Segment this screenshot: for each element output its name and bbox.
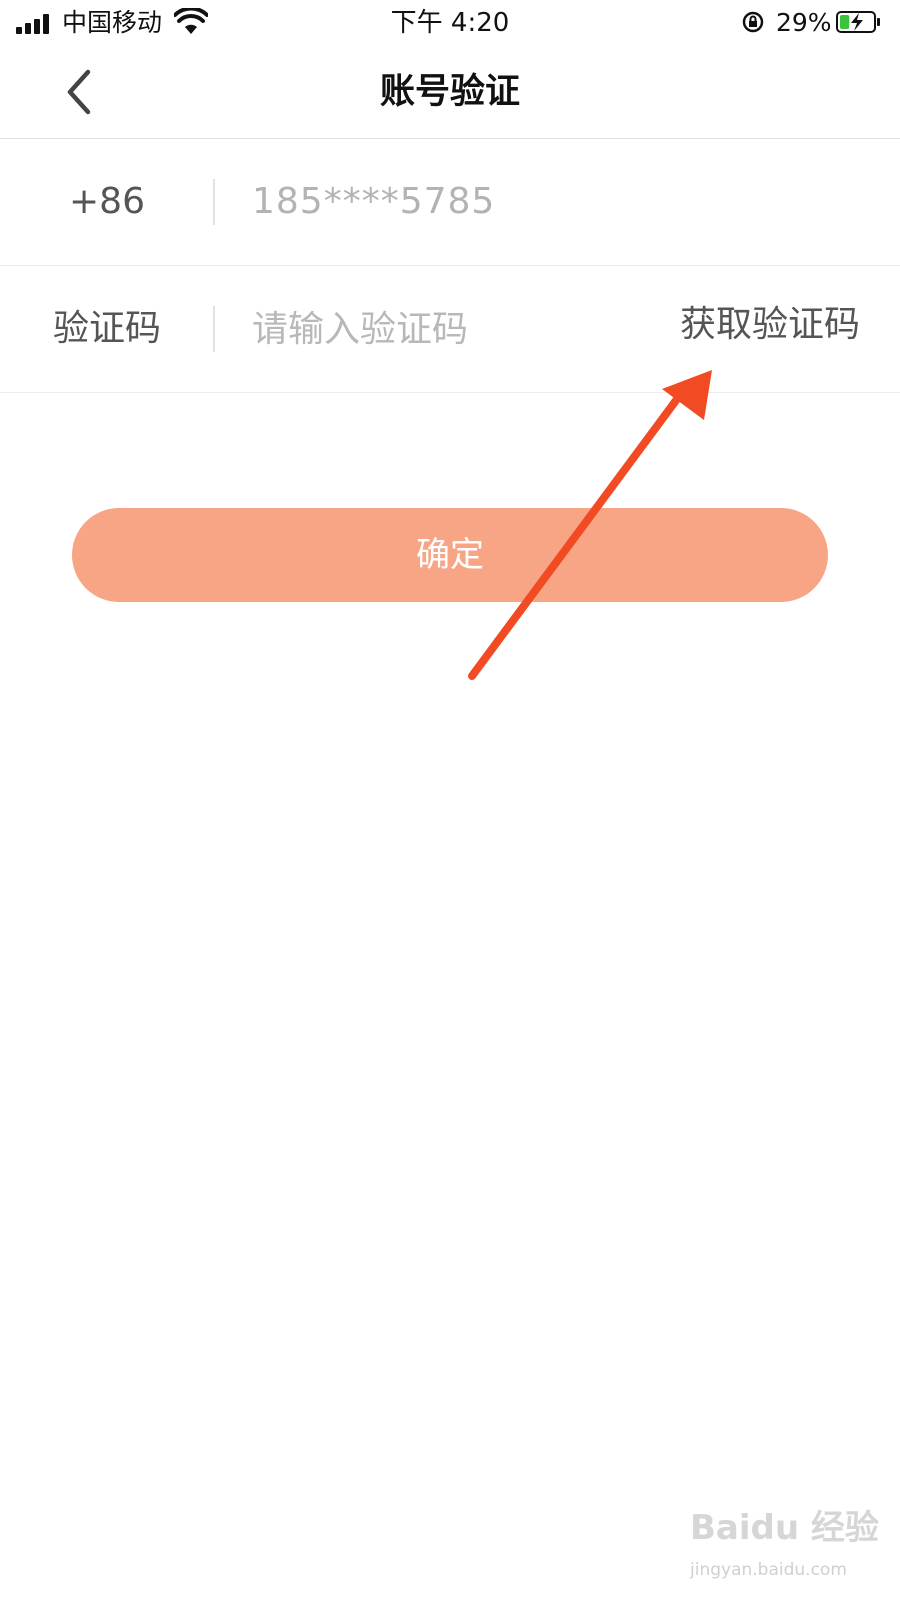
watermark-logo: Baidu 经验 (690, 1508, 879, 1548)
watermark: Baidu 经验 jingyan.baidu.com (690, 1500, 880, 1590)
verification-code-input[interactable] (252, 299, 632, 359)
battery-charging-icon (836, 11, 880, 33)
divider (213, 179, 215, 225)
phone-row: +86 185****5785 (0, 139, 900, 266)
verification-code-row: 验证码 获取验证码 (0, 266, 900, 393)
verification-code-label: 验证码 (52, 308, 161, 349)
page-title: 账号验证 (379, 72, 520, 112)
confirm-button[interactable]: 确定 (72, 508, 828, 602)
divider (213, 306, 215, 352)
watermark-url: jingyan.baidu.com (690, 1560, 847, 1580)
clock: 下午 4:20 (390, 8, 510, 38)
country-code[interactable]: +86 (0, 139, 214, 265)
phone-number: 185****5785 (252, 181, 496, 222)
battery-percentage: 29% (776, 8, 832, 37)
orientation-lock-icon (742, 11, 764, 33)
status-bar: 中国移动 下午 4:20 29% (0, 0, 900, 46)
get-code-button[interactable]: 获取验证码 (680, 266, 860, 384)
nav-bar: 账号验证 (0, 46, 900, 139)
